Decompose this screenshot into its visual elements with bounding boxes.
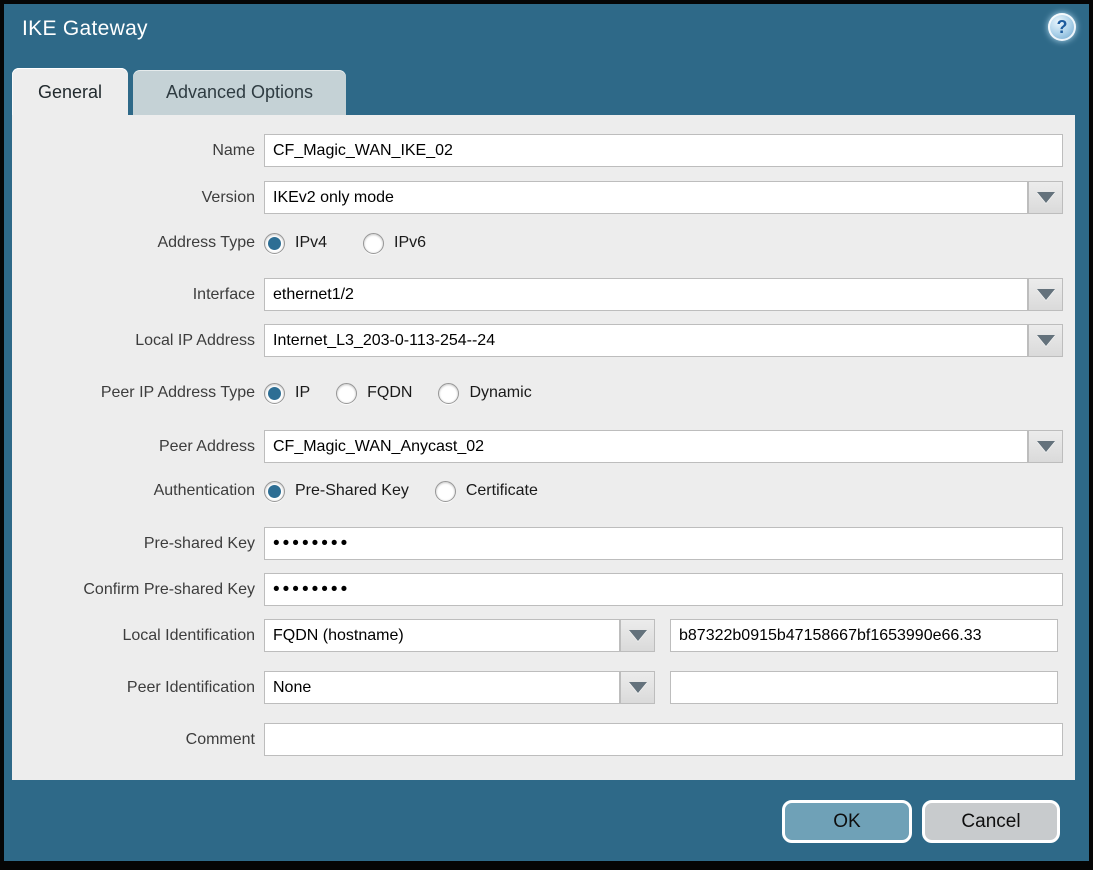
chevron-down-icon (629, 630, 647, 641)
radio-ip-label[interactable]: IP (295, 384, 310, 402)
local-identification-value-input[interactable] (670, 619, 1058, 652)
radio-pre-shared-key-label[interactable]: Pre-Shared Key (295, 482, 409, 500)
ike-gateway-dialog: IKE Gateway ? General Advanced Options N… (4, 4, 1089, 861)
peer-identification-dropdown-button[interactable] (620, 671, 655, 704)
tab-advanced-options[interactable]: Advanced Options (133, 70, 346, 115)
dialog-frame: IKE Gateway ? General Advanced Options N… (0, 0, 1093, 870)
chevron-down-icon (1037, 335, 1055, 346)
peer-address-dropdown-button[interactable] (1028, 430, 1063, 463)
radio-certificate-label[interactable]: Certificate (466, 482, 538, 500)
interface-label: Interface (12, 278, 255, 311)
chevron-down-icon (1037, 192, 1055, 203)
version-dropdown-button[interactable] (1028, 181, 1063, 214)
chevron-down-icon (1037, 289, 1055, 300)
local-ip-address-input[interactable] (264, 324, 1028, 357)
comment-label: Comment (12, 723, 255, 756)
radio-dynamic-label[interactable]: Dynamic (469, 384, 531, 402)
tab-general[interactable]: General (12, 68, 128, 115)
chevron-down-icon (1037, 441, 1055, 452)
peer-identification-label: Peer Identification (12, 671, 255, 704)
interface-dropdown-button[interactable] (1028, 278, 1063, 311)
peer-address-label: Peer Address (12, 430, 255, 463)
name-input[interactable] (264, 134, 1063, 167)
general-form: Name Version Address Type IPv4 IPv6 Inte… (12, 115, 1075, 780)
confirm-pre-shared-key-label: Confirm Pre-shared Key (12, 573, 255, 606)
interface-input[interactable] (264, 278, 1028, 311)
radio-ipv6-label[interactable]: IPv6 (394, 234, 426, 252)
radio-ipv4[interactable] (264, 233, 285, 254)
version-label: Version (12, 181, 255, 214)
radio-ip[interactable] (264, 383, 285, 404)
help-icon[interactable]: ? (1048, 13, 1076, 41)
ok-button[interactable]: OK (782, 800, 912, 843)
radio-ipv4-label[interactable]: IPv4 (295, 234, 327, 252)
peer-ip-address-type-radio-group: IP FQDN Dynamic (264, 379, 568, 407)
local-ip-address-dropdown-button[interactable] (1028, 324, 1063, 357)
local-identification-type-input[interactable] (264, 619, 620, 652)
confirm-pre-shared-key-input[interactable] (264, 573, 1063, 606)
radio-ipv6[interactable] (363, 233, 384, 254)
local-identification-dropdown-button[interactable] (620, 619, 655, 652)
radio-fqdn[interactable] (336, 383, 357, 404)
authentication-label: Authentication (12, 477, 255, 505)
address-type-label: Address Type (12, 229, 255, 257)
version-input[interactable] (264, 181, 1028, 214)
chevron-down-icon (629, 682, 647, 693)
dialog-title: IKE Gateway (22, 17, 148, 41)
radio-certificate[interactable] (435, 481, 456, 502)
peer-identification-type-input[interactable] (264, 671, 620, 704)
cancel-button[interactable]: Cancel (922, 800, 1060, 843)
peer-identification-value-input[interactable] (670, 671, 1058, 704)
address-type-radio-group: IPv4 IPv6 (264, 229, 462, 257)
local-ip-address-label: Local IP Address (12, 324, 255, 357)
name-label: Name (12, 134, 255, 167)
peer-ip-address-type-label: Peer IP Address Type (12, 379, 255, 407)
pre-shared-key-input[interactable] (264, 527, 1063, 560)
radio-pre-shared-key[interactable] (264, 481, 285, 502)
pre-shared-key-label: Pre-shared Key (12, 527, 255, 560)
local-identification-label: Local Identification (12, 619, 255, 652)
peer-address-input[interactable] (264, 430, 1028, 463)
comment-input[interactable] (264, 723, 1063, 756)
radio-fqdn-label[interactable]: FQDN (367, 384, 412, 402)
authentication-radio-group: Pre-Shared Key Certificate (264, 477, 574, 505)
radio-dynamic[interactable] (438, 383, 459, 404)
